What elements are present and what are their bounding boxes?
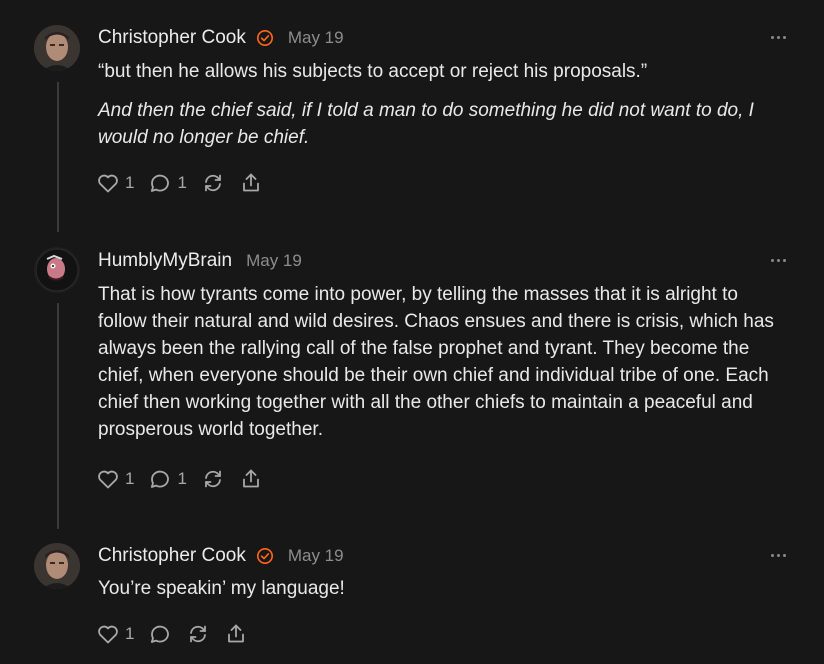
comment-actions: 1 1 [96, 466, 277, 492]
comment-date[interactable]: May 19 [288, 546, 344, 566]
more-icon[interactable] [771, 259, 786, 262]
author-name[interactable]: HumblyMyBrain [98, 250, 232, 272]
heart-icon [98, 625, 118, 644]
comment-paragraph: That is how tyrants come into power, by … [98, 284, 774, 440]
author-name[interactable]: Christopher Cook [98, 545, 246, 567]
avatar[interactable] [34, 247, 80, 293]
reply-count: 1 [177, 469, 187, 488]
share-button[interactable] [239, 467, 263, 491]
reply-button[interactable]: 1 [148, 171, 187, 195]
comment-paragraph: You’re speakin’ my language! [98, 578, 345, 599]
like-count: 1 [125, 624, 135, 643]
comment-paragraph: “but then he allows his subjects to acce… [98, 61, 648, 82]
like-button[interactable]: 1 [96, 171, 134, 195]
more-icon[interactable] [771, 36, 786, 39]
comment-date[interactable]: May 19 [288, 28, 344, 48]
thread-line [57, 82, 59, 232]
comment-icon [151, 470, 170, 488]
restack-icon [205, 470, 221, 488]
heart-icon [98, 470, 118, 489]
share-icon [243, 173, 259, 192]
verified-icon [256, 29, 273, 47]
avatar[interactable] [34, 543, 80, 589]
avatar[interactable] [34, 25, 80, 71]
like-count: 1 [125, 469, 135, 488]
comment-actions: 1 1 [96, 170, 277, 196]
restack-button[interactable] [201, 171, 225, 195]
comment-header: HumblyMyBrain May 19 [98, 246, 302, 276]
restack-button[interactable] [201, 467, 225, 491]
comment-paragraph: And then the chief said, if I told a man… [98, 100, 754, 148]
like-button[interactable]: 1 [96, 467, 134, 491]
share-button[interactable] [239, 171, 263, 195]
reply-count: 1 [177, 173, 187, 192]
share-icon [228, 624, 245, 643]
reply-button[interactable]: 1 [148, 467, 187, 491]
thread-line [57, 303, 59, 529]
verified-icon [256, 547, 273, 565]
more-icon[interactable] [771, 554, 786, 557]
like-button[interactable]: 1 [96, 622, 134, 646]
share-icon [243, 469, 259, 488]
author-name[interactable]: Christopher Cook [98, 27, 246, 49]
comment-header: Christopher Cook May 19 [98, 23, 344, 53]
heart-icon [98, 174, 118, 193]
comment-body: That is how tyrants come into power, by … [98, 281, 788, 443]
comment-actions: 1 [96, 621, 262, 647]
comment-body: “but then he allows his subjects to acce… [98, 58, 788, 151]
comment-body: You’re speakin’ my language! [98, 575, 788, 602]
comment-icon [151, 174, 170, 192]
comment-icon [151, 625, 170, 643]
share-button[interactable] [224, 622, 248, 646]
comment-header: Christopher Cook May 19 [98, 541, 344, 571]
restack-icon [205, 174, 221, 192]
restack-button[interactable] [186, 622, 210, 646]
reply-button[interactable] [148, 622, 172, 646]
comment-date[interactable]: May 19 [246, 251, 302, 271]
like-count: 1 [125, 173, 135, 192]
restack-icon [190, 625, 207, 643]
